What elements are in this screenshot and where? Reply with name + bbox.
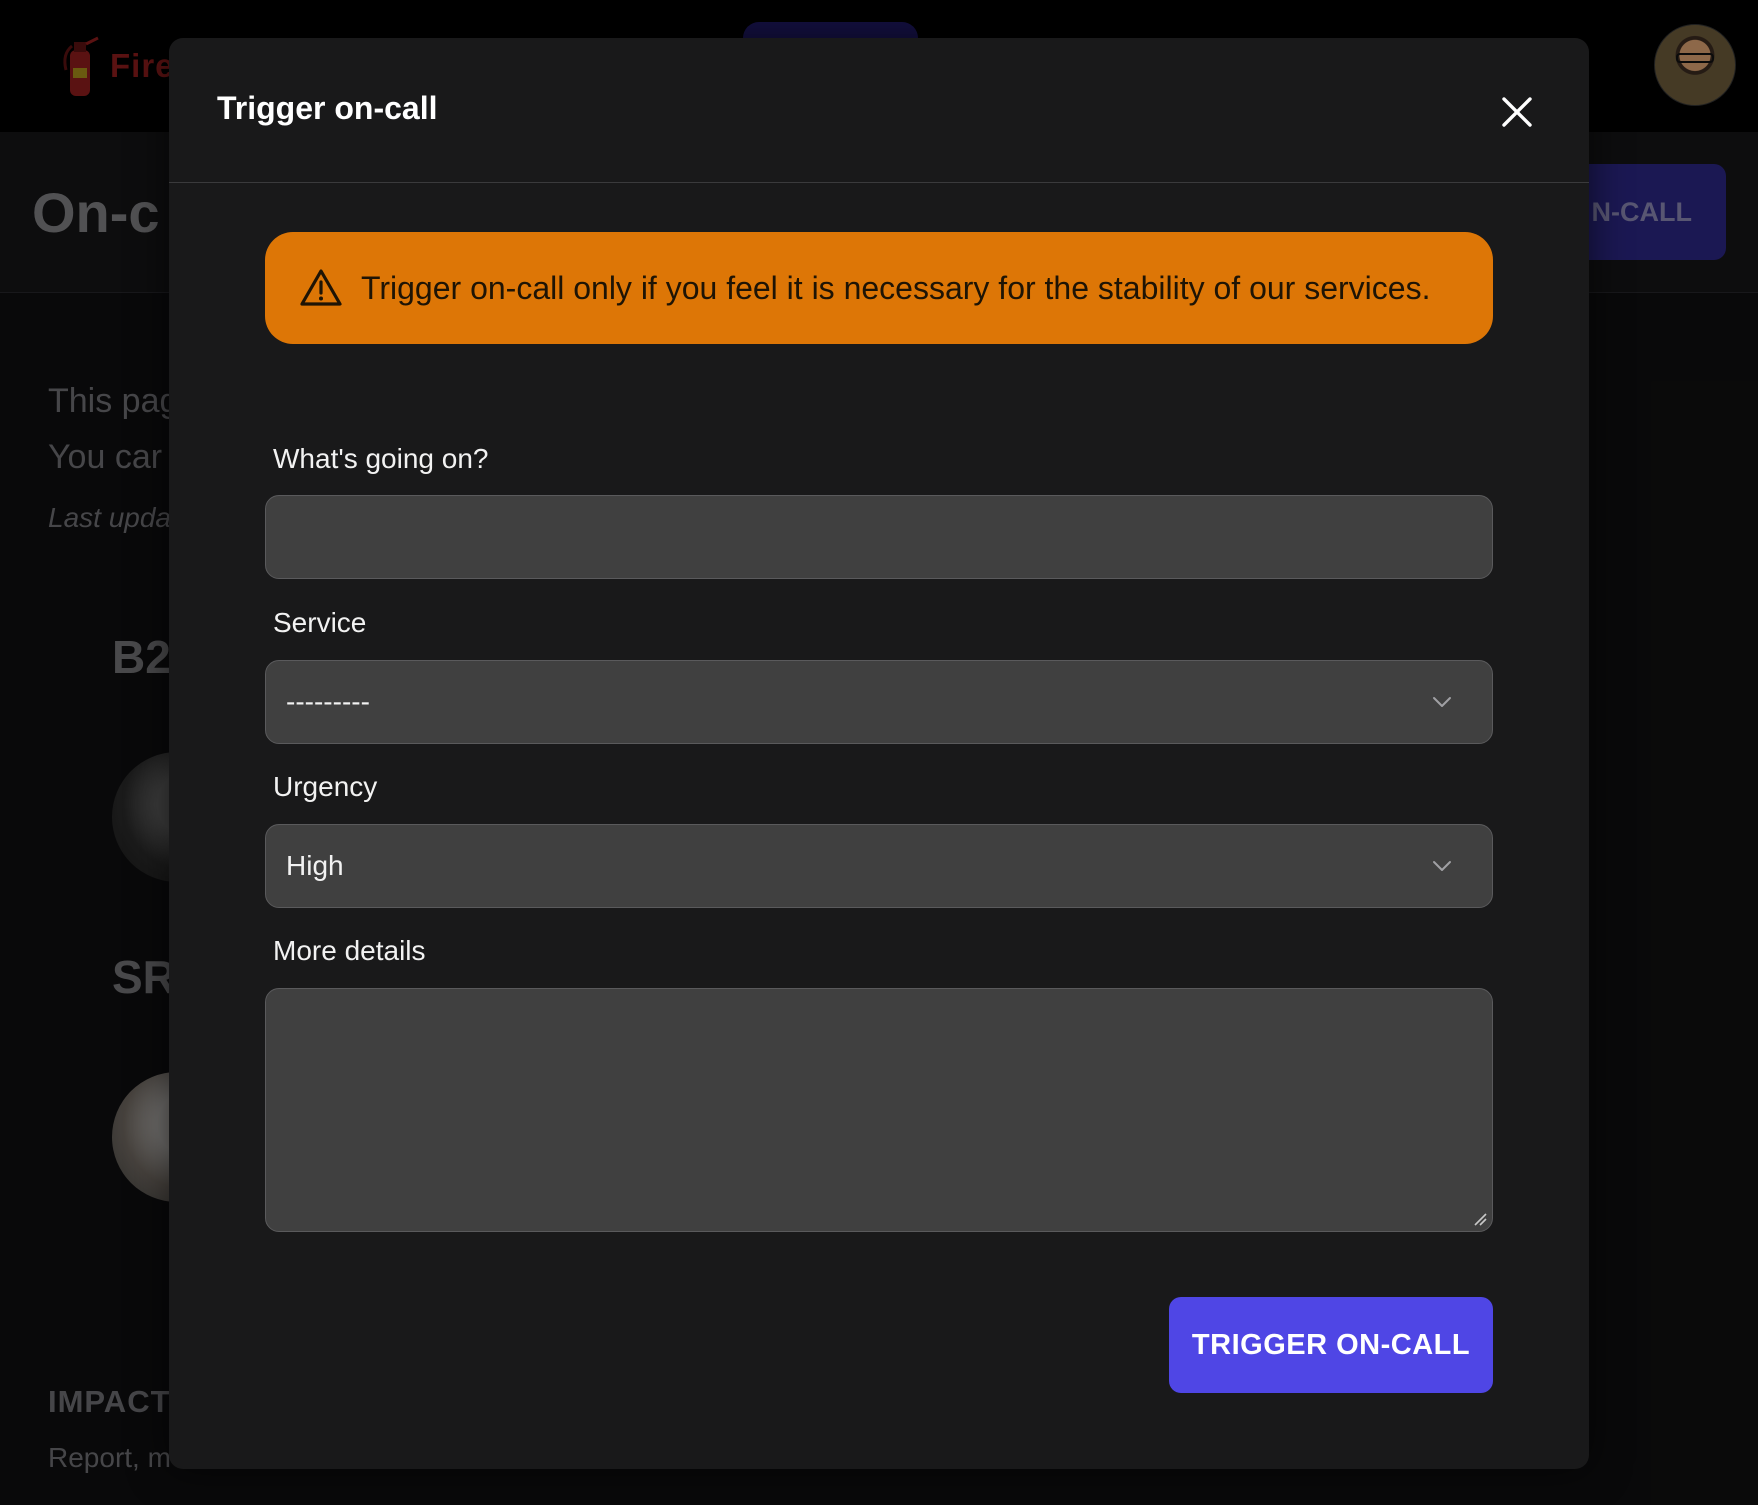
more-details-wrapper [265, 988, 1493, 1232]
modal-header: Trigger on-call [169, 38, 1589, 183]
service-select[interactable]: --------- [265, 660, 1493, 744]
trigger-oncall-modal: Trigger on-call Trigger on-call only if … [169, 38, 1589, 1469]
trigger-oncall-submit-button[interactable]: TRIGGER ON-CALL [1169, 1297, 1493, 1393]
page: Fire On-c N-CALL This pag You car Last u… [0, 0, 1758, 1505]
warning-triangle-icon [300, 269, 342, 306]
chevron-down-icon [1433, 697, 1451, 707]
urgency-select[interactable]: High [265, 824, 1493, 908]
resize-handle-icon[interactable] [1473, 1212, 1487, 1226]
urgency-selected-value: High [286, 850, 344, 881]
close-button[interactable] [1495, 90, 1539, 134]
modal-title: Trigger on-call [217, 90, 438, 126]
close-icon [1502, 97, 1532, 127]
more-details-label: More details [273, 935, 426, 966]
service-label: Service [273, 607, 367, 638]
whats-going-on-label: What's going on? [273, 443, 489, 474]
warning-banner: Trigger on-call only if you feel it is n… [265, 232, 1493, 344]
urgency-label: Urgency [273, 771, 378, 802]
whats-going-on-input[interactable] [265, 495, 1493, 579]
chevron-down-icon [1433, 861, 1451, 871]
more-details-textarea[interactable] [265, 988, 1493, 1232]
service-selected-value: --------- [286, 686, 370, 717]
warning-text: Trigger on-call only if you feel it is n… [361, 269, 1431, 306]
